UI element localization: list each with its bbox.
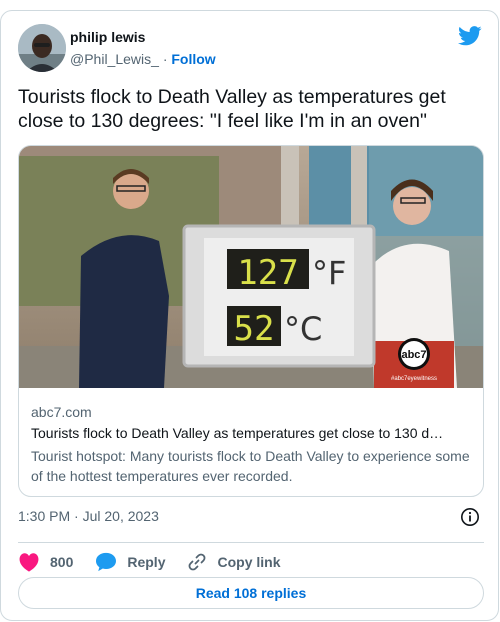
link-domain: abc7.com [31, 404, 92, 420]
read-replies-button[interactable]: Read 108 replies [18, 577, 484, 609]
heart-icon [19, 553, 39, 572]
twitter-bird-icon[interactable] [458, 26, 482, 46]
sign-celsius-unit: °C [284, 310, 322, 348]
watermark-logo: abc7 [401, 349, 426, 361]
embedded-tweet-card: philip lewis @Phil_Lewis_ · Follow Touri… [0, 10, 499, 621]
follow-button[interactable]: Follow [171, 51, 215, 67]
link-icon [189, 553, 206, 571]
reply-button[interactable]: Reply [95, 552, 165, 572]
info-icon[interactable] [460, 507, 480, 527]
divider [18, 542, 484, 543]
sign-fahrenheit-value: 127 [237, 253, 298, 293]
like-button[interactable]: 800 [18, 552, 73, 572]
link-description: Tourist hotspot: Many tourists flock to … [31, 448, 470, 484]
sign-fahrenheit-unit: °F [312, 254, 346, 292]
action-bar: 800 Reply Copy link [18, 547, 303, 577]
sign-celsius-value: 52 [234, 309, 275, 349]
author-name[interactable]: philip lewis [70, 29, 145, 45]
link-meta: abc7.com Tourists flock to Death Valley … [31, 404, 475, 486]
link-title: Tourists flock to Death Valley as temper… [31, 425, 444, 441]
reply-label: Reply [127, 554, 166, 570]
like-count: 800 [50, 554, 74, 570]
copy-link-button[interactable]: Copy link [187, 552, 281, 572]
meta-separator: · [162, 51, 168, 67]
watermark-tag: #abc7eyewitness [391, 376, 437, 382]
tweet-text: Tourists flock to Death Valley as temper… [18, 86, 446, 132]
copy-link-label: Copy link [217, 554, 281, 570]
preview-photo: 127 °F 52 °C abc7 #abc7eyewitness [19, 146, 483, 388]
link-preview-card[interactable]: 127 °F 52 °C abc7 #abc7eyewitness abc7.c… [18, 145, 484, 497]
avatar[interactable] [18, 24, 66, 72]
reply-bubble-icon [96, 552, 117, 572]
timestamp[interactable]: 1:30 PM · Jul 20, 2023 [18, 508, 159, 524]
author-meta: @Phil_Lewis_ · Follow [70, 51, 216, 67]
author-handle[interactable]: @Phil_Lewis_ [70, 51, 159, 67]
